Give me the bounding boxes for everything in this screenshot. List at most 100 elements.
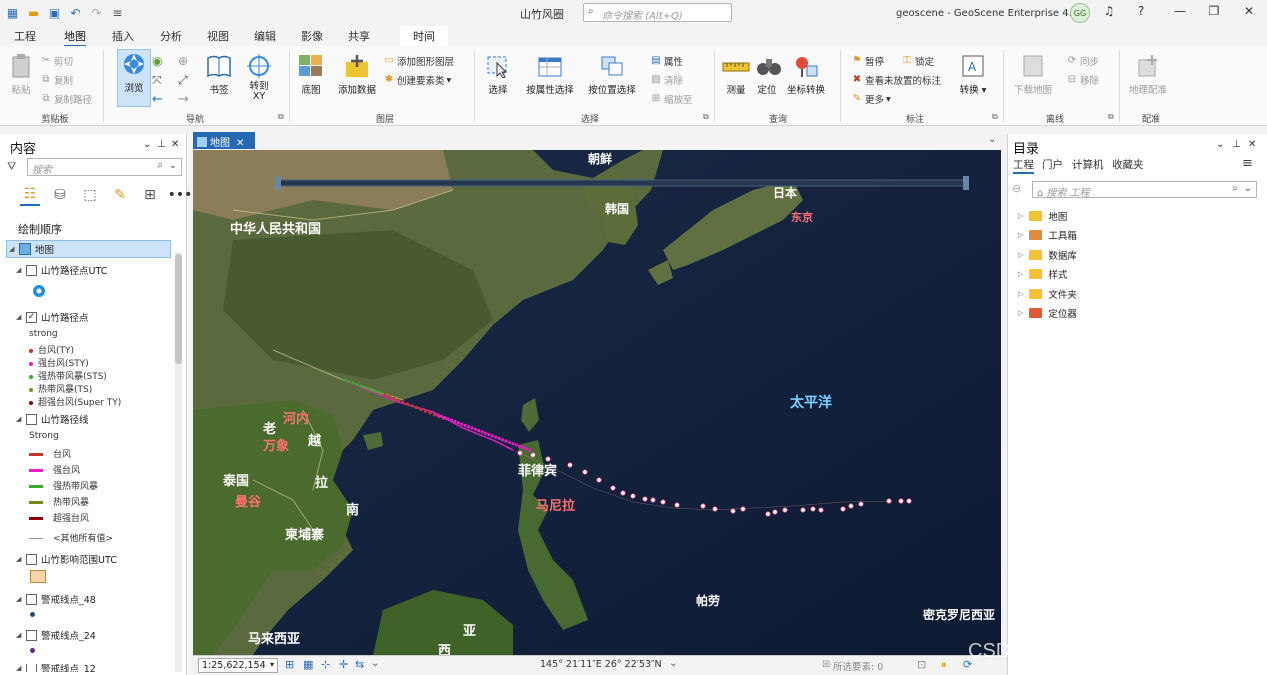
- list-by-selection-icon[interactable]: ⬚: [80, 184, 100, 206]
- tab-project[interactable]: 工程: [14, 28, 36, 44]
- time-slider-start-handle[interactable]: [275, 176, 281, 190]
- layer-visibility-checkbox[interactable]: [26, 553, 37, 565]
- zoom-to-button[interactable]: ⊞ 缩放至: [650, 92, 693, 106]
- tab-insert[interactable]: 插入: [112, 28, 134, 44]
- new-project-icon[interactable]: ▦: [4, 5, 21, 21]
- collapse-icon[interactable]: ◢: [16, 266, 26, 274]
- add-graphics-layer-button[interactable]: ▭ 添加图形图层: [383, 54, 454, 68]
- refresh-icon[interactable]: ⊡: [917, 658, 926, 671]
- map-view-tab[interactable]: 地图 ✕: [193, 132, 255, 149]
- fixed-zoom-out-icon[interactable]: ⤢: [178, 73, 188, 88]
- dialog-launcher-icon[interactable]: ⧉: [278, 112, 284, 122]
- catalog-tab-computer[interactable]: 计算机: [1072, 157, 1104, 172]
- bookmarks-button[interactable]: 书签: [203, 52, 235, 96]
- select-button[interactable]: 选择: [482, 52, 514, 96]
- tab-imagery[interactable]: 影像: [301, 28, 323, 44]
- attributes-button[interactable]: ▤ 属性: [650, 54, 683, 68]
- map-view[interactable]: 朝鲜 日本 东京 韩国 中华人民共和国 河内 老 万象 越 泰国 曼谷 拉 柬埔…: [193, 150, 1001, 655]
- close-tab-icon[interactable]: ✕: [236, 138, 244, 149]
- scale-selector[interactable]: 1:25,622,154 ▾: [198, 658, 278, 673]
- avatar[interactable]: GG: [1070, 3, 1090, 23]
- collapse-icon[interactable]: ◢: [16, 313, 26, 321]
- command-search-input[interactable]: ⌕ 命令搜索 (Alt+Q): [583, 3, 732, 22]
- close-pane-icon[interactable]: ✕: [171, 139, 179, 150]
- pin-icon[interactable]: ⊥: [157, 139, 166, 150]
- customize-qat-icon[interactable]: ≡: [109, 5, 126, 21]
- tab-analysis[interactable]: 分析: [160, 28, 182, 44]
- contents-search-input[interactable]: 搜索 ⌕ ⌄: [27, 158, 182, 176]
- sync-button[interactable]: ⟳ 同步: [1066, 54, 1099, 68]
- table-icon[interactable]: ⊞: [285, 658, 294, 671]
- catalog-tab-portal[interactable]: 门户: [1042, 157, 1063, 172]
- layer-row[interactable]: ◢ 山竹路径线: [16, 412, 89, 426]
- scrollbar-thumb[interactable]: [175, 254, 182, 364]
- clear-button[interactable]: ▨ 清除: [650, 73, 683, 87]
- layer-row[interactable]: ◢ 山竹路径点UTC: [16, 263, 107, 277]
- measure-button[interactable]: 测量: [720, 52, 752, 96]
- map-node[interactable]: ◢ 地图: [6, 240, 171, 258]
- expand-icon[interactable]: ▷: [1018, 290, 1023, 298]
- list-by-snapping-icon[interactable]: ⊞: [140, 184, 160, 206]
- chevron-down-icon[interactable]: ⌄: [371, 658, 379, 669]
- pane-options-icon[interactable]: ⌄: [143, 139, 151, 150]
- restore-icon[interactable]: ❐: [1206, 4, 1222, 20]
- undo-icon[interactable]: ↶: [67, 5, 84, 21]
- select-by-attributes-button[interactable]: 按属性选择: [523, 52, 577, 96]
- coordinate-conversion-button[interactable]: 坐标转换: [786, 52, 826, 96]
- pause-drawing-icon[interactable]: ⏸: [941, 658, 947, 672]
- catalog-item-styles[interactable]: ▷ 样式: [1018, 267, 1067, 281]
- tab-list-chevron-icon[interactable]: ⌄: [988, 134, 996, 145]
- back-icon[interactable]: ⊖: [1012, 182, 1021, 195]
- pane-options-icon[interactable]: ⌄: [1216, 139, 1224, 150]
- dialog-launcher-icon[interactable]: ⧉: [703, 112, 709, 122]
- layer-visibility-checkbox[interactable]: [26, 264, 37, 276]
- layer-row[interactable]: ◢ 山竹影响范围UTC: [16, 552, 117, 566]
- tab-map[interactable]: 地图: [64, 28, 86, 47]
- remove-button[interactable]: ⊟ 移除: [1066, 73, 1099, 87]
- pin-icon[interactable]: ⊥: [1232, 139, 1241, 150]
- locate-button[interactable]: 定位: [754, 52, 781, 96]
- help-button[interactable]: ?: [1133, 4, 1149, 20]
- layer-row[interactable]: ◢ 警戒线点_12: [16, 664, 96, 672]
- lock-labels-button[interactable]: ⚿ 锁定: [901, 54, 934, 68]
- copy-button[interactable]: ⧉ 复制: [40, 73, 73, 87]
- tab-edit[interactable]: 编辑: [254, 28, 276, 44]
- catalog-tab-project[interactable]: 工程: [1013, 157, 1034, 174]
- catalog-item-toolboxes[interactable]: ▷ 工具箱: [1018, 228, 1077, 242]
- time-slider-track[interactable]: [277, 179, 969, 187]
- expand-icon[interactable]: ▷: [1018, 231, 1023, 239]
- view-unplaced-button[interactable]: ✖ 查看未放置的标注: [851, 73, 941, 87]
- layer-visibility-checkbox[interactable]: ✓: [26, 311, 37, 323]
- more-button[interactable]: ✎ 更多 ▾: [851, 92, 891, 106]
- pause-labels-button[interactable]: ⚑ 暂停: [851, 54, 885, 68]
- create-feature-class-button[interactable]: ✱ 创建要素类 ▾: [383, 73, 452, 87]
- expand-icon[interactable]: ▷: [1018, 309, 1023, 317]
- contents-scrollbar[interactable]: [175, 252, 182, 672]
- crosshair-icon[interactable]: ✛: [339, 658, 348, 671]
- expand-icon[interactable]: ▷: [1018, 251, 1023, 259]
- collapse-icon[interactable]: ◢: [16, 664, 26, 672]
- list-by-editing-icon[interactable]: ✎: [110, 184, 130, 206]
- layer-visibility-checkbox[interactable]: [26, 629, 37, 641]
- save-icon[interactable]: ▣: [46, 5, 63, 21]
- layer-visibility-checkbox[interactable]: [26, 593, 37, 605]
- close-icon[interactable]: ✕: [1241, 4, 1257, 20]
- add-data-button[interactable]: 添加数据: [336, 52, 378, 96]
- dialog-launcher-icon[interactable]: ⧉: [1108, 112, 1114, 122]
- expand-icon[interactable]: ▷: [1018, 270, 1023, 278]
- snapping-icon[interactable]: ⇆: [355, 658, 364, 671]
- cut-button[interactable]: ✂ 剪切: [40, 54, 73, 68]
- back-icon[interactable]: ←: [152, 92, 163, 107]
- grid-icon[interactable]: ▦: [303, 658, 313, 671]
- collapse-icon[interactable]: ◢: [16, 631, 26, 639]
- list-by-drawing-order-icon[interactable]: ☷: [20, 184, 40, 206]
- collapse-icon[interactable]: ◢: [9, 245, 19, 253]
- layer-row[interactable]: ◢ ✓ 山竹路径点: [16, 310, 89, 324]
- collapse-icon[interactable]: ◢: [16, 415, 26, 423]
- time-slider-end-handle[interactable]: [963, 176, 969, 190]
- more-options-icon[interactable]: •••: [168, 184, 193, 206]
- basemap-button[interactable]: 底图: [294, 52, 328, 96]
- close-pane-icon[interactable]: ✕: [1248, 139, 1256, 150]
- catalog-search-input[interactable]: ⌂ 搜索 工程 ⌕ ⌄: [1032, 181, 1257, 199]
- explore-button[interactable]: 浏览: [117, 49, 151, 107]
